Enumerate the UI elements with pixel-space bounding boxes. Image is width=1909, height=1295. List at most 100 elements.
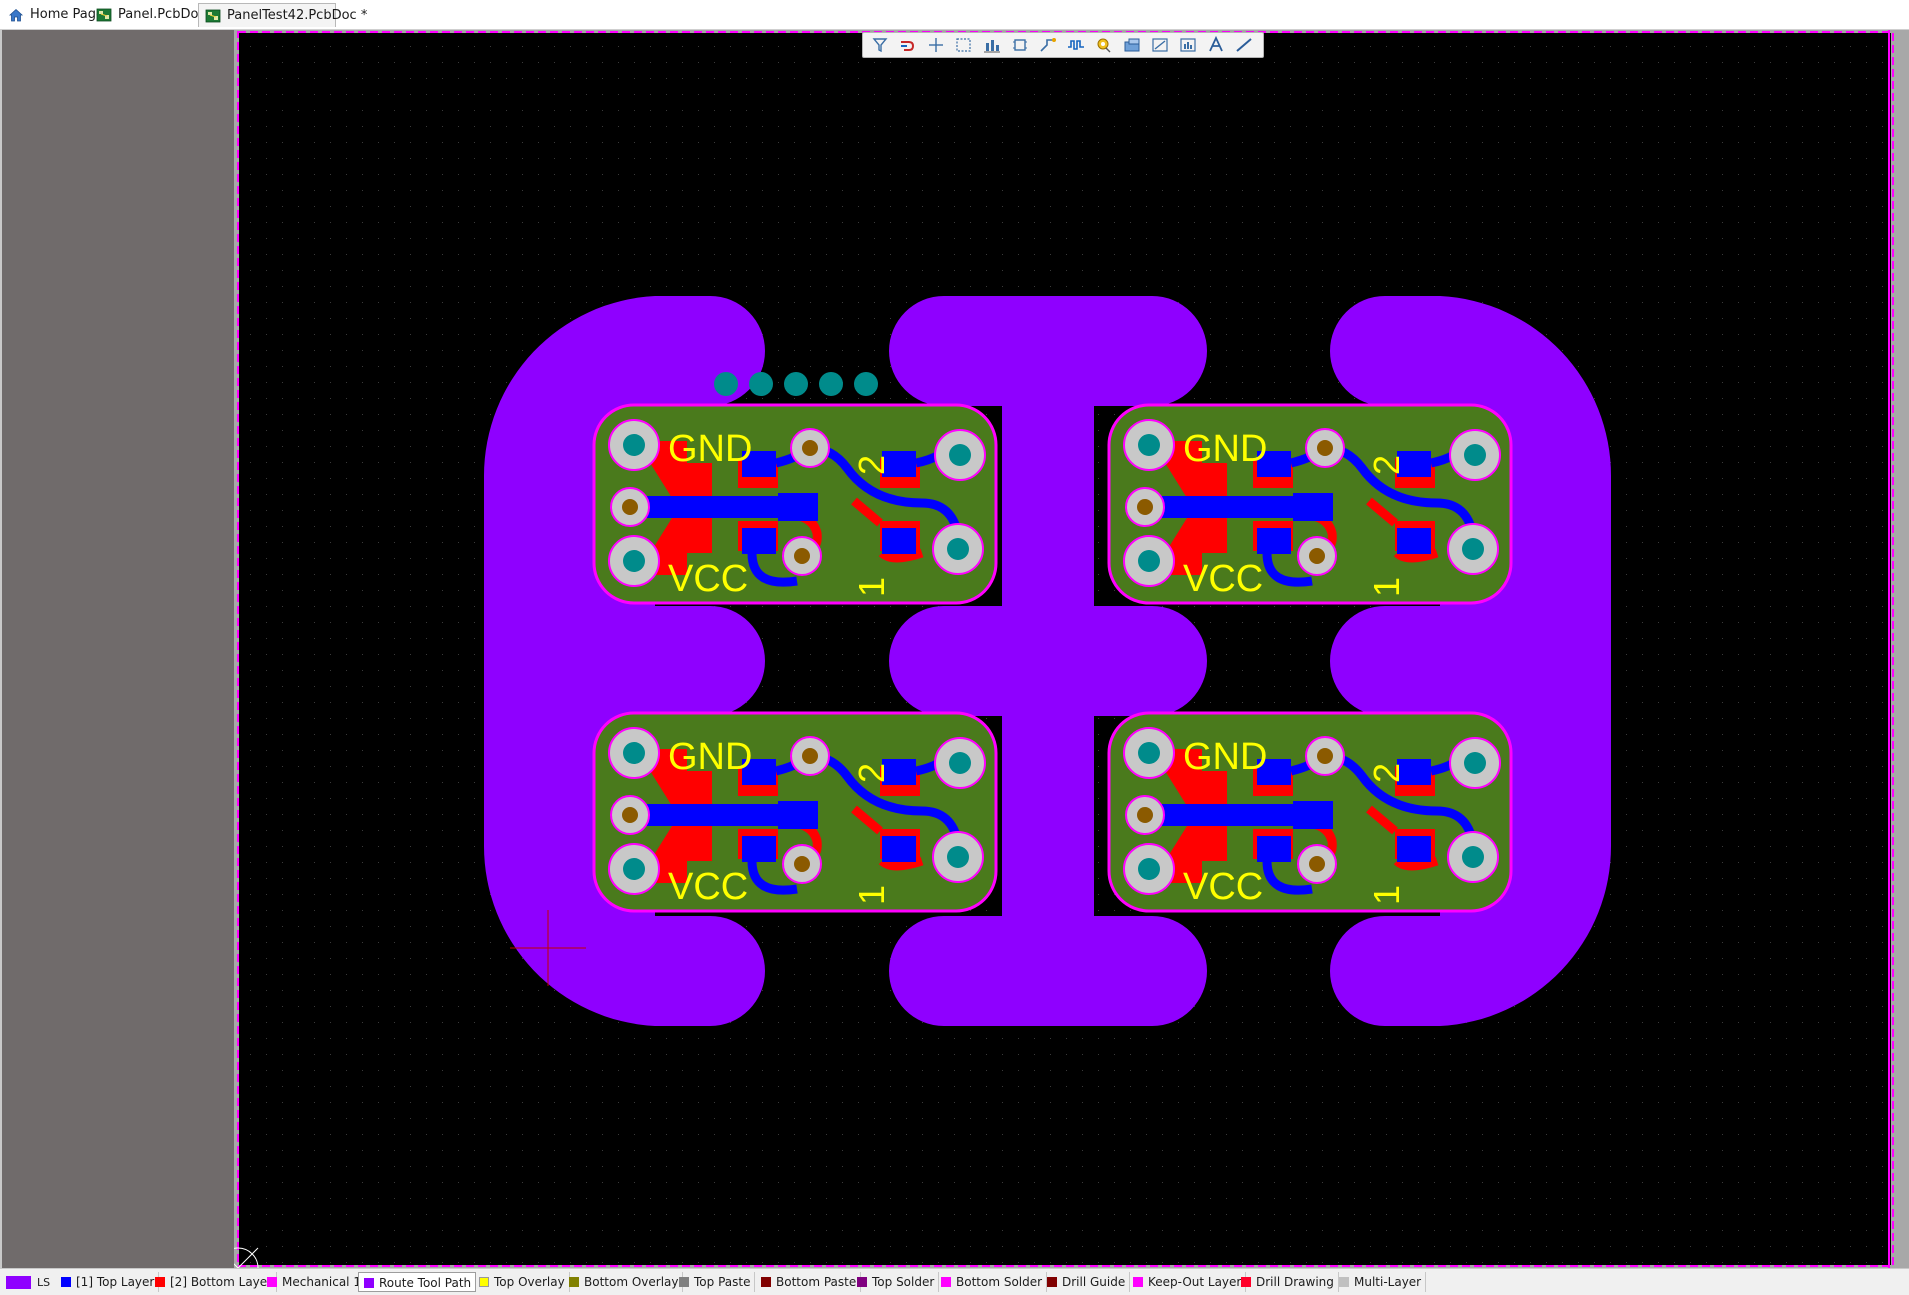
layer-tab-bottom-paste[interactable]: Bottom Paste (756, 1272, 862, 1292)
pin2-label: 2 (1366, 455, 1407, 475)
layer-tab-bottom-layer[interactable]: [2] Bottom Layer (150, 1272, 278, 1292)
mouse-bite-hole (749, 372, 773, 396)
interactive-routing-button[interactable] (897, 35, 919, 55)
pcb-workspace[interactable]: GND VCC 2 1 GND VCC 2 1 GND VCC 2 1 GND … (234, 30, 1909, 1268)
pcb-canvas[interactable]: GND VCC 2 1 GND VCC 2 1 GND VCC 2 1 GND … (234, 30, 1909, 1268)
layer-swatch (569, 1277, 579, 1287)
pin1-label: 1 (851, 577, 892, 597)
layer-label: Drill Guide (1062, 1275, 1126, 1289)
filter-button[interactable] (869, 35, 891, 55)
component-icon (1013, 39, 1027, 51)
gnd-label: GND (1183, 428, 1267, 470)
layer-swatch (1047, 1277, 1057, 1287)
document-tab-bar: Home Page Panel.PcbDoc * PanelTest42.Pcb… (0, 0, 1909, 30)
layer-tab-keep-out-layer[interactable]: Keep-Out Layer (1128, 1272, 1247, 1292)
pin1-label: 1 (1366, 577, 1407, 597)
layer-label: Top Paste (694, 1275, 751, 1289)
tab-label: PanelTest42.PcbDoc * (227, 8, 368, 23)
layer-label: Mechanical 1 (282, 1275, 361, 1289)
layer-label: Route Tool Path (379, 1276, 472, 1290)
text-button[interactable] (1205, 35, 1227, 55)
layer-tab-top-paste[interactable]: Top Paste (674, 1272, 756, 1292)
layer-swatch (364, 1278, 374, 1288)
layer-swatch (761, 1277, 771, 1287)
crosshair-button[interactable] (925, 35, 947, 55)
layer-tab-bottom-overlay[interactable]: Bottom Overlay (564, 1272, 684, 1292)
region-icon (1180, 38, 1196, 52)
length-tuning-button[interactable] (1065, 35, 1087, 55)
home-icon (8, 8, 24, 22)
region-button[interactable] (1177, 35, 1199, 55)
current-layer-swatch (6, 1276, 31, 1289)
layer-tab-drill-guide[interactable]: Drill Guide (1042, 1272, 1131, 1292)
layer-swatch (61, 1277, 71, 1287)
gnd-label: GND (668, 428, 752, 470)
align-icon (984, 40, 1000, 53)
layer-tab-drill-drawing[interactable]: Drill Drawing (1236, 1272, 1339, 1292)
vcc-label: VCC (1183, 866, 1263, 908)
layer-set-label: LS (37, 1276, 51, 1289)
pin2-label: 2 (851, 455, 892, 475)
layer-swatch (857, 1277, 867, 1287)
interactive-routing-icon (901, 41, 915, 51)
route-button[interactable] (1037, 35, 1059, 55)
dimension-button[interactable] (1149, 35, 1171, 55)
select-rect-button[interactable] (953, 35, 975, 55)
via-icon (1097, 38, 1111, 53)
polygon-pour-icon (1124, 38, 1140, 52)
layer-tab-top-solder[interactable]: Top Solder (852, 1272, 940, 1292)
layer-swatch (267, 1277, 277, 1287)
via-button[interactable] (1093, 35, 1115, 55)
vcc-label: VCC (668, 558, 748, 600)
component-button[interactable] (1009, 35, 1031, 55)
layer-swatch (1133, 1277, 1143, 1287)
tab-paneltest42-pcbdoc[interactable]: PanelTest42.PcbDoc * (198, 3, 367, 27)
pin1-label: 1 (1366, 885, 1407, 905)
layer-swatch (679, 1277, 689, 1287)
vcc-label: VCC (668, 866, 748, 908)
active-bar-toolbar (862, 32, 1264, 58)
layer-label: Top Solder (872, 1275, 935, 1289)
pcb-unit-bottom-right[interactable]: GND VCC 2 1 (1107, 711, 1513, 913)
pin1-label: 1 (851, 885, 892, 905)
line-icon (1236, 38, 1252, 52)
mouse-bite-hole (819, 372, 843, 396)
gnd-label: GND (1183, 736, 1267, 778)
layer-label: Drill Drawing (1256, 1275, 1334, 1289)
pcb-unit-top-right[interactable]: GND VCC 2 1 (1107, 403, 1513, 605)
layer-label: [2] Bottom Layer (170, 1275, 273, 1289)
filter-icon (872, 38, 888, 53)
layer-label: Keep-Out Layer (1148, 1275, 1242, 1289)
route-icon (1040, 38, 1056, 52)
layer-tab-bottom-solder[interactable]: Bottom Solder (936, 1272, 1048, 1292)
gnd-label: GND (668, 736, 752, 778)
text-icon (1209, 35, 1223, 52)
sheet-margin-area (0, 30, 234, 1268)
pcb-unit-bottom-left[interactable]: GND VCC 2 1 (592, 711, 998, 913)
layer-tab-top-layer[interactable]: [1] Top Layer (56, 1272, 160, 1292)
layer-set-button[interactable]: LS (4, 1274, 50, 1291)
mouse-bite-hole (714, 372, 738, 396)
layer-tab-multi-layer[interactable]: Multi-Layer (1334, 1272, 1427, 1292)
align-button[interactable] (981, 35, 1003, 55)
select-rect-icon (956, 38, 971, 52)
layer-swatch (479, 1277, 489, 1287)
pin2-label: 2 (851, 763, 892, 783)
layer-label: Top Overlay (494, 1275, 565, 1289)
layer-tabs-bar: LS [1] Top Layer [2] Bottom Layer Mechan… (0, 1268, 1909, 1295)
vcc-label: VCC (1183, 558, 1263, 600)
dimension-icon (1152, 38, 1168, 52)
layer-label: [1] Top Layer (76, 1275, 155, 1289)
layer-tab-top-overlay[interactable]: Top Overlay (474, 1272, 570, 1292)
layer-tab-mechanical-1[interactable]: Mechanical 1 (262, 1272, 366, 1292)
crosshair-icon (929, 38, 943, 52)
length-tuning-icon (1068, 40, 1084, 50)
pcb-doc-icon (205, 9, 221, 23)
line-button[interactable] (1233, 35, 1255, 55)
layer-tab-route-tool-path[interactable]: Route Tool Path (358, 1272, 477, 1292)
polygon-pour-button[interactable] (1121, 35, 1143, 55)
pcb-unit-top-left[interactable]: GND VCC 2 1 (592, 403, 998, 605)
pin2-label: 2 (1366, 763, 1407, 783)
layer-label: Bottom Solder (956, 1275, 1043, 1289)
mouse-bite-hole (854, 372, 878, 396)
